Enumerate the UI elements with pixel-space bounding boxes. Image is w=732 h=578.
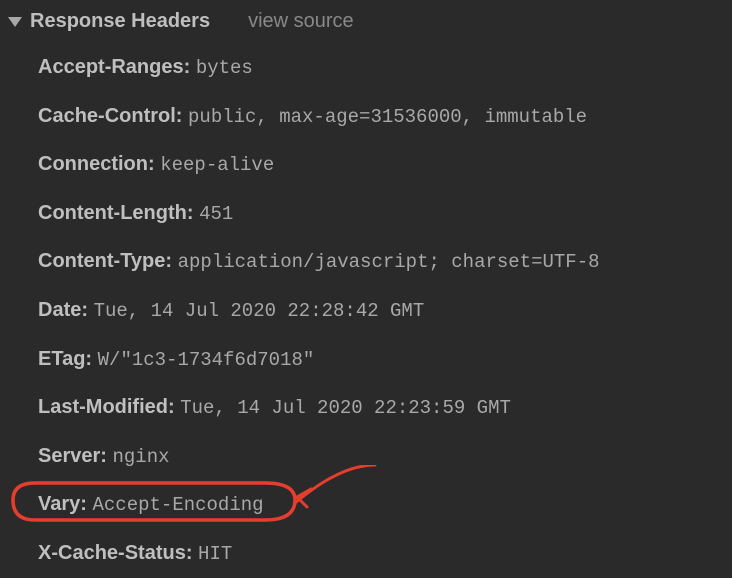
header-name: Content-Type:	[38, 250, 172, 272]
header-value: application/javascript; charset=UTF-8	[178, 251, 600, 273]
header-value: nginx	[113, 446, 170, 468]
header-name: Accept-Ranges:	[38, 56, 190, 78]
header-value: Tue, 14 Jul 2020 22:28:42 GMT	[94, 300, 425, 322]
collapse-triangle-icon[interactable]	[8, 17, 22, 27]
header-name: Vary:	[38, 493, 87, 515]
header-name: ETag:	[38, 348, 92, 370]
header-name: Last-Modified:	[38, 396, 175, 418]
header-row: Connection: keep-alive	[38, 140, 732, 189]
response-headers-section-header[interactable]: Response Headers view source	[0, 0, 732, 39]
header-name: X-Cache-Status:	[38, 542, 192, 564]
section-title: Response Headers	[30, 10, 210, 33]
header-name: Date:	[38, 299, 88, 321]
header-row: X-Cache-Status: HIT	[38, 529, 732, 578]
header-name: Content-Length:	[38, 202, 194, 224]
header-value: Tue, 14 Jul 2020 22:23:59 GMT	[180, 397, 511, 419]
header-value: Accept-Encoding	[93, 494, 264, 516]
header-value: W/"1c3-1734f6d7018"	[98, 349, 315, 371]
headers-list: Accept-Ranges: bytes Cache-Control: publ…	[0, 39, 732, 578]
header-row: ETag: W/"1c3-1734f6d7018"	[38, 335, 732, 384]
header-row: Cache-Control: public, max-age=31536000,…	[38, 92, 732, 141]
header-value: public, max-age=31536000, immutable	[188, 106, 587, 128]
view-source-link[interactable]: view source	[248, 10, 354, 33]
header-value: keep-alive	[160, 154, 274, 176]
header-value: 451	[199, 203, 233, 225]
header-name: Connection:	[38, 153, 155, 175]
header-row: Content-Type: application/javascript; ch…	[38, 237, 732, 286]
header-row: Content-Length: 451	[38, 189, 732, 238]
header-row: Last-Modified: Tue, 14 Jul 2020 22:23:59…	[38, 383, 732, 432]
header-value: HIT	[198, 543, 232, 565]
header-name: Server:	[38, 445, 107, 467]
header-row: Date: Tue, 14 Jul 2020 22:28:42 GMT	[38, 286, 732, 335]
header-row: Vary: Accept-Encoding	[38, 480, 732, 529]
header-name: Cache-Control:	[38, 105, 182, 127]
header-value: bytes	[196, 57, 253, 79]
header-row: Server: nginx	[38, 432, 732, 481]
header-row: Accept-Ranges: bytes	[38, 43, 732, 92]
